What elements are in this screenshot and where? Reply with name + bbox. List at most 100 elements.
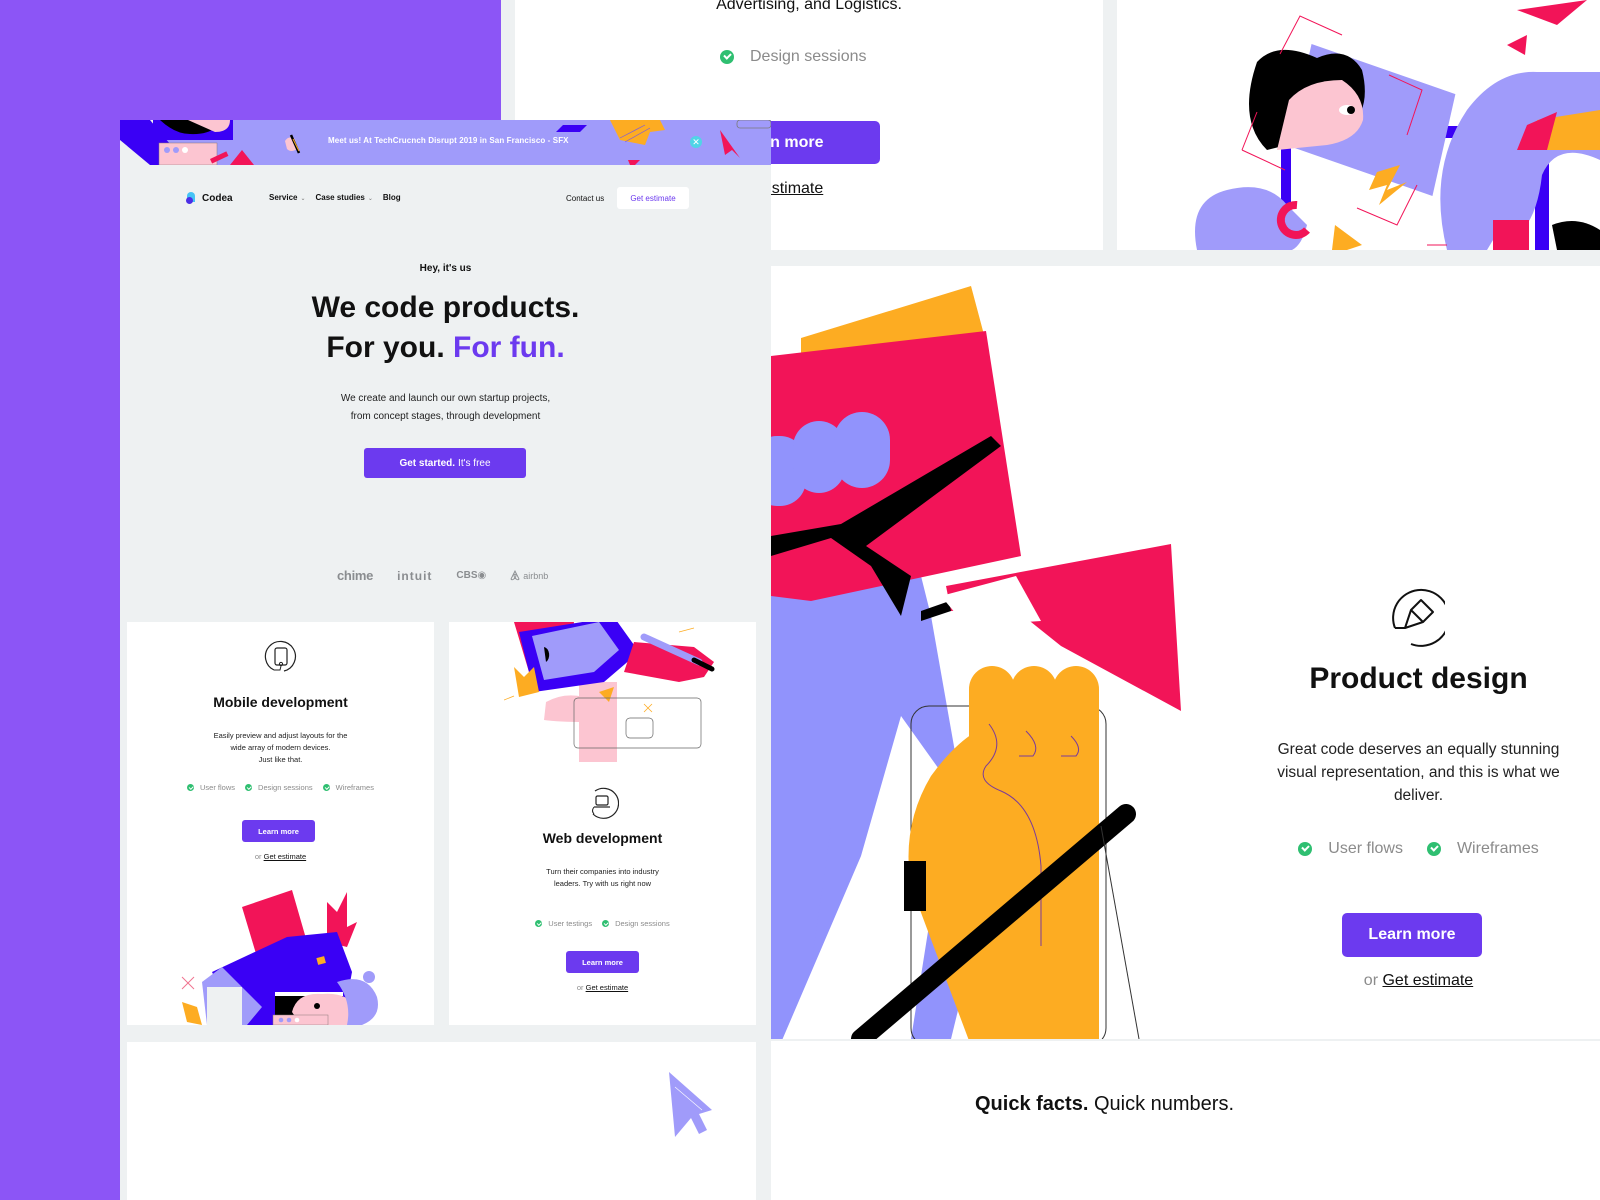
contact-us-link[interactable]: Contact us (566, 194, 604, 203)
feature-label: Wireframes (1456, 840, 1539, 857)
or-label: or (1363, 972, 1379, 989)
purple-side-strip (0, 0, 120, 1200)
service-description-fragment: Advertising, and Logistics. (716, 0, 902, 13)
learn-more-button[interactable]: Learn more (242, 820, 315, 842)
check-icon (322, 784, 330, 791)
card-title: Web development (542, 830, 663, 846)
quick-facts-rest: Quick numbers. (1088, 1093, 1234, 1115)
logo-text: Codea (202, 192, 233, 204)
estimate-line: or Get estimate (449, 983, 756, 992)
desc-line: Just like that. (258, 755, 303, 764)
woman-illustration-card (1117, 0, 1600, 250)
airbnb-icon (510, 570, 520, 581)
hero-subtitle-line: We create and launch our own startup pro… (340, 393, 551, 404)
pencil-circle-icon (1392, 588, 1445, 647)
airbnb-text: airbnb (523, 570, 549, 581)
feature-label: Design sessions (258, 783, 313, 792)
feature-label: User flows (1328, 840, 1403, 857)
bottom-section-card (127, 1042, 756, 1200)
estimate-line: or Get estimate (127, 852, 434, 861)
get-estimate-link[interactable]: Get estimate (1382, 972, 1473, 989)
close-icon[interactable]: ✕ (690, 136, 702, 148)
check-icon (245, 784, 253, 791)
check-icon (720, 50, 734, 64)
hero-title: We code products. For you. For fun. (120, 288, 771, 368)
feature-item: User flows (1298, 840, 1403, 858)
cta-bold: Get started. (399, 457, 456, 469)
airbnb-logo: airbnb (510, 570, 548, 581)
front-page-mockup: Meet us! At TechCrucnch Disrupt 2019 in … (120, 120, 771, 1200)
nav-label: Case studies (315, 193, 365, 202)
cbs-logo: CBS◉ (456, 570, 487, 581)
desc-line: wide array of modern devices. (230, 743, 331, 752)
hero-title-accent: For fun. (453, 331, 565, 364)
feature-item: Design sessions (602, 919, 670, 928)
woman-hands-illustration (1195, 0, 1600, 250)
quick-facts-section: Quick facts. Quick numbers. (771, 1041, 1600, 1200)
feature-item: Design sessions (245, 783, 313, 792)
get-estimate-link[interactable]: Get estimate (586, 983, 629, 992)
quick-facts-bold: Quick facts. (975, 1093, 1089, 1115)
nav-item-service[interactable]: Service ⌄ (269, 193, 306, 202)
or-label: or (254, 852, 262, 861)
check-icon (1426, 842, 1441, 856)
mobile-phone-icon (264, 640, 296, 672)
learn-more-button[interactable]: Learn more (1342, 913, 1482, 957)
feature-item: Wireframes (322, 783, 374, 792)
codea-logo[interactable]: Codea (186, 192, 233, 204)
nav-item-blog[interactable]: Blog (383, 193, 401, 202)
check-icon (535, 920, 543, 927)
card-features: User flows Design sessions Wireframes (127, 783, 434, 792)
banner-message: Meet us! At TechCrucnch Disrupt 2019 in … (328, 136, 569, 145)
nav-label: Service (269, 193, 298, 202)
product-design-title: Product design (1309, 662, 1528, 695)
card-description: Turn their companies into industry leade… (449, 866, 756, 890)
feature-label: Wireframes (335, 783, 374, 792)
estimate-line: or Get estimate (1261, 972, 1576, 990)
check-icon (602, 920, 610, 927)
chime-logo: chime (337, 568, 374, 583)
product-design-card: Product design Great code deserves an eq… (771, 266, 1600, 1039)
hero-title-line1: We code products. (311, 291, 580, 324)
mobile-illustration (181, 890, 378, 1025)
feature-item: User testings (535, 919, 592, 928)
feature-label: User testings (548, 919, 593, 928)
feature-label: Design sessions (750, 48, 867, 65)
logo-icon (186, 192, 198, 204)
get-started-button[interactable]: Get started. It's free (364, 448, 526, 478)
intuit-logo: intuit (397, 568, 433, 583)
cta-rest: It's free (458, 457, 491, 469)
top-navigation: Codea Service ⌄ Case studies ⌄ Blog Contac… (120, 185, 771, 215)
fist-megaphone-illustration (771, 286, 1181, 1039)
hero-title-plain: For you. (326, 331, 445, 364)
web-development-card: Web development Turn their companies int… (449, 622, 756, 1025)
cursor-arrow-icon (669, 1072, 712, 1137)
nav-item-case-studies[interactable]: Case studies ⌄ (316, 193, 373, 202)
chevron-down-icon: ⌄ (300, 196, 306, 202)
chevron-down-icon: ⌄ (367, 196, 373, 202)
get-estimate-button[interactable]: Get estimate (617, 187, 689, 209)
nav-links: Service ⌄ Case studies ⌄ Blog (269, 193, 401, 202)
learn-more-button[interactable]: Learn more (566, 951, 639, 973)
client-logos: chime intuit CBS◉ airbnb (337, 568, 548, 583)
feature-label: User flows (200, 783, 236, 792)
hero-title-line2: For you. For fun. (120, 328, 771, 368)
check-icon (1298, 842, 1313, 856)
quick-facts-heading: Quick facts. Quick numbers. (975, 1093, 1234, 1116)
hero-subtitle: We create and launch our own startup pro… (120, 390, 771, 426)
card-title: Mobile development (213, 694, 348, 710)
announcement-banner: Meet us! At TechCrucnch Disrupt 2019 in … (120, 120, 771, 165)
hero-subtitle-line: from concept stages, through development (350, 411, 541, 422)
desc-line: leaders. Try with us right now (553, 879, 652, 888)
get-estimate-link[interactable]: Get estimate (264, 852, 307, 861)
desc-line: Turn their companies into industry (546, 867, 659, 876)
check-icon (187, 784, 195, 791)
card-features: User testings Design sessions (449, 919, 756, 928)
web-illustration (504, 622, 715, 762)
feature-item: User flows (187, 783, 235, 792)
laptop-icon (592, 787, 619, 819)
cbs-text: CBS (456, 570, 478, 581)
hero-eyebrow: Hey, it's us (419, 263, 472, 274)
mobile-development-card: Mobile development Easily preview and ad… (127, 622, 434, 1025)
product-design-description: Great code deserves an equally stunning … (1277, 741, 1560, 804)
